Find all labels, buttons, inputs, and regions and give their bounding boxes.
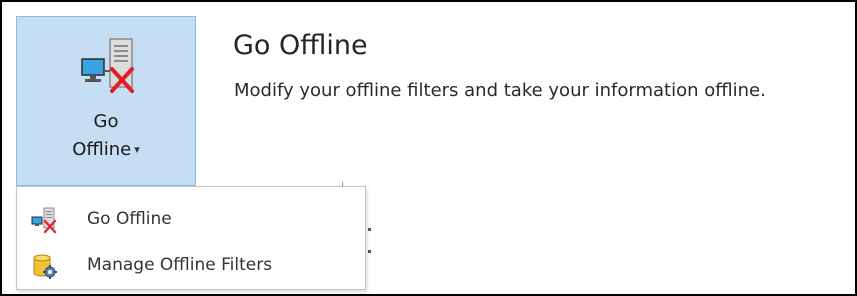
menu-item-manage-offline-filters[interactable]: Manage Offline Filters (17, 245, 365, 287)
computer-server-offline-icon (81, 38, 134, 93)
go-offline-icon (31, 207, 57, 233)
go-offline-button-label-line1: Go (93, 111, 119, 132)
chevron-down-icon: ▾ (134, 143, 140, 156)
tooltip-description: Modify your offline filters and take you… (234, 80, 766, 101)
go-offline-button-label-line2: Offline ▾ (17, 139, 195, 160)
menu-item-label: Go Offline (87, 209, 172, 229)
go-offline-button-label-text: Offline (72, 139, 132, 160)
divider-dot (368, 228, 371, 231)
app-frame: Go Offline ▾ Go Offline Modify your offli… (0, 0, 857, 296)
menu-item-go-offline[interactable]: Go Offline (17, 199, 365, 241)
database-gear-icon (33, 254, 57, 279)
go-offline-ribbon-button[interactable]: Go Offline ▾ (16, 16, 196, 186)
divider-dot (368, 250, 371, 253)
menu-item-label: Manage Offline Filters (87, 255, 273, 275)
go-offline-dropdown-menu: Go Offline Manage Offline Filters (16, 186, 366, 290)
tooltip-title: Go Offline (233, 30, 368, 61)
